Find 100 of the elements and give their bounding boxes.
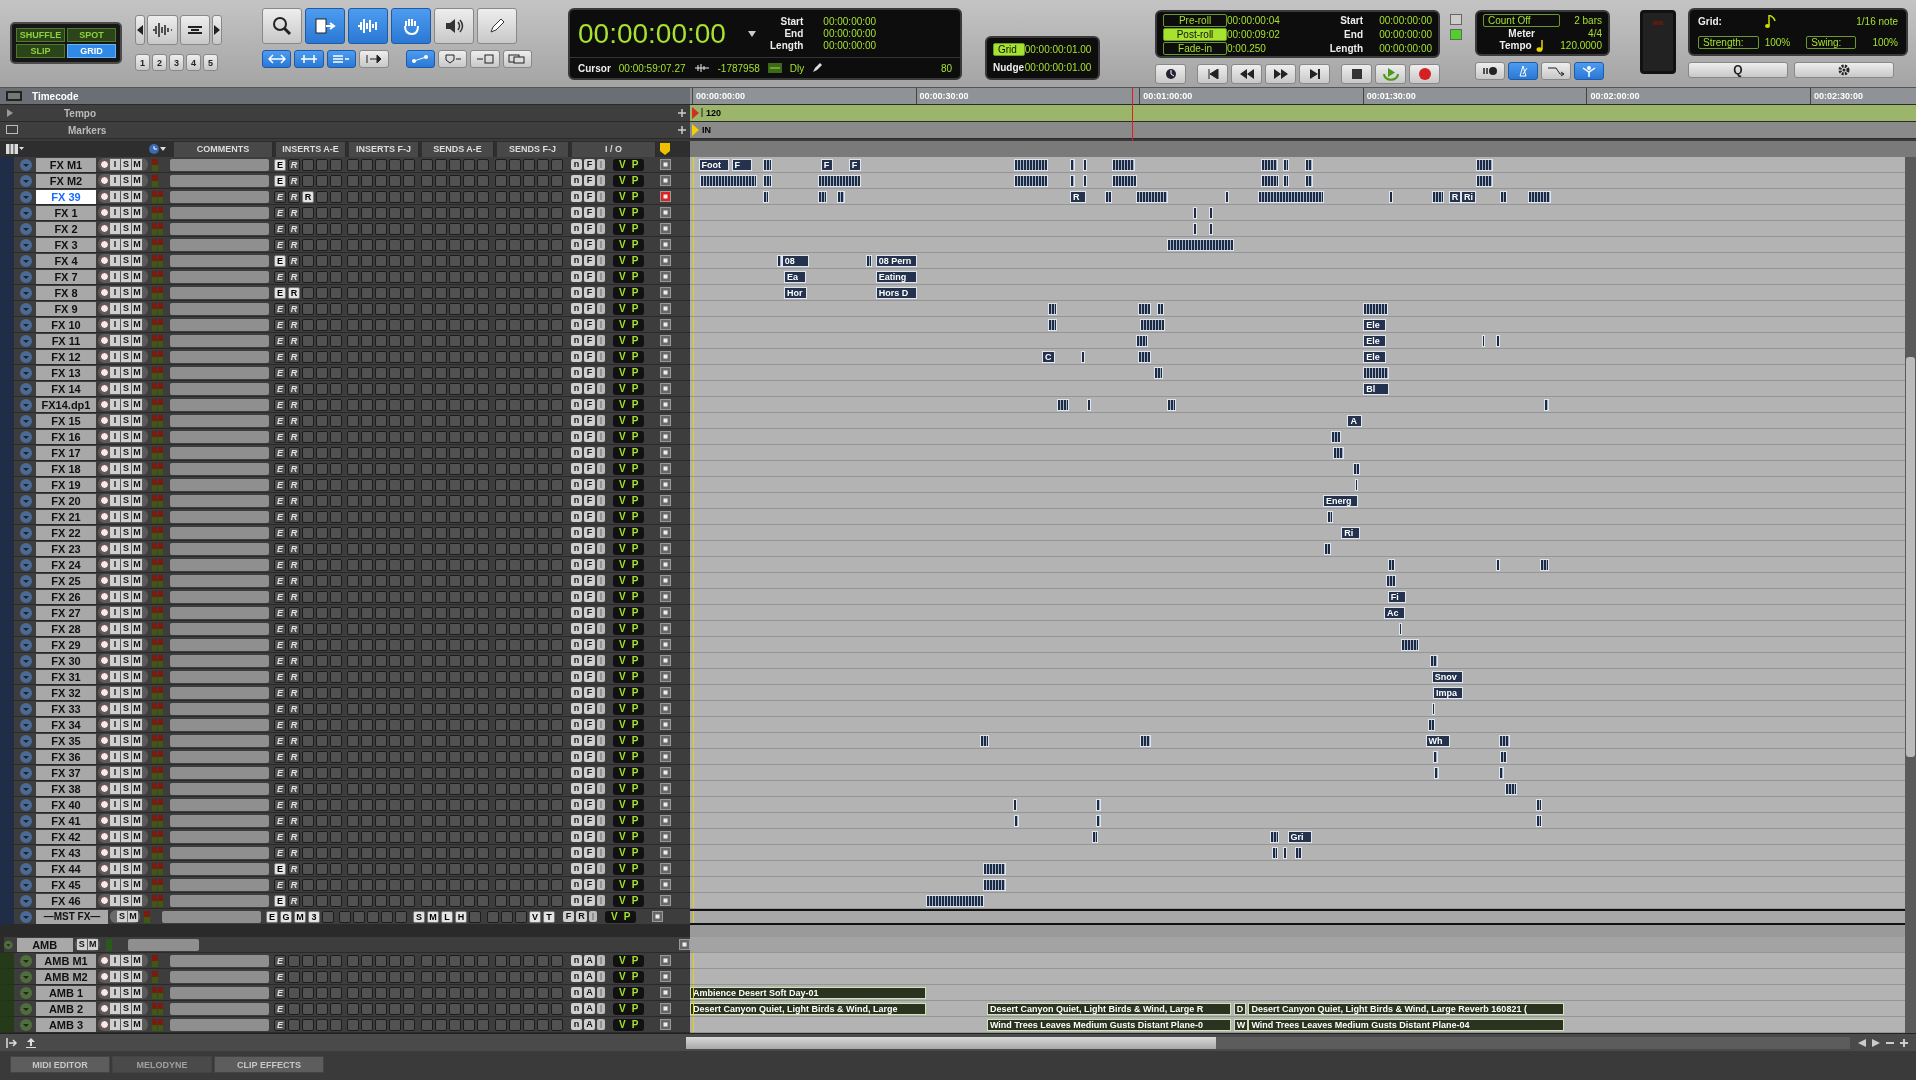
- audio-clip[interactable]: [1363, 367, 1389, 379]
- track-name[interactable]: FX 2: [36, 221, 96, 236]
- comments-field[interactable]: [170, 174, 269, 187]
- track-button[interactable]: M: [132, 239, 142, 250]
- scrollbar-track[interactable]: [686, 1036, 1850, 1049]
- track-button[interactable]: I: [110, 815, 120, 826]
- voice-selector[interactable]: V P: [613, 190, 645, 203]
- audio-clip[interactable]: [1432, 751, 1438, 763]
- io-button[interactable]: n: [571, 271, 582, 282]
- track-name[interactable]: FX 11: [36, 333, 96, 348]
- roll-toggle[interactable]: Fade-in: [1163, 42, 1227, 55]
- track-lane[interactable]: Ele: [690, 333, 1905, 349]
- audio-clip[interactable]: [1013, 815, 1019, 827]
- audio-clip[interactable]: Bl: [1363, 383, 1389, 395]
- io-button[interactable]: n: [571, 207, 582, 218]
- audio-clip[interactable]: [1332, 447, 1344, 459]
- track-button[interactable]: I: [110, 607, 120, 618]
- track-button[interactable]: S: [117, 911, 127, 922]
- track-button[interactable]: M: [132, 175, 142, 186]
- track-button[interactable]: S: [121, 1003, 131, 1014]
- track-button[interactable]: S: [121, 1019, 131, 1030]
- insert-slot[interactable]: R: [288, 574, 300, 587]
- comments-field[interactable]: [170, 238, 269, 251]
- track-button[interactable]: S: [121, 623, 131, 634]
- audio-clip[interactable]: [1070, 159, 1075, 171]
- io-button[interactable]: F: [584, 575, 595, 586]
- track-button[interactable]: M: [132, 847, 142, 858]
- track-button[interactable]: S: [121, 287, 131, 298]
- audio-clip[interactable]: [925, 895, 985, 907]
- tempo-value[interactable]: 120.0000: [1560, 40, 1602, 52]
- track-button[interactable]: I: [110, 639, 120, 650]
- io-button[interactable]: F: [584, 863, 595, 874]
- insert-slot[interactable]: E: [274, 970, 286, 983]
- insert-slot[interactable]: R: [288, 702, 300, 715]
- voice-selector[interactable]: V P: [613, 510, 645, 523]
- track-name[interactable]: FX 16: [36, 429, 96, 444]
- insert-slot[interactable]: R: [288, 558, 300, 571]
- insert-slot[interactable]: E: [266, 910, 278, 923]
- track-button[interactable]: I: [110, 207, 120, 218]
- audio-clip[interactable]: [1428, 719, 1436, 731]
- io-button[interactable]: n: [571, 255, 582, 266]
- comments-field[interactable]: [170, 750, 269, 763]
- audio-clip[interactable]: Desert Canyon Quiet, Light Birds & Wind, Large: [690, 1003, 926, 1015]
- edit-mode-button[interactable]: GRID: [67, 44, 116, 58]
- insert-slot[interactable]: E: [274, 478, 286, 491]
- voice-selector[interactable]: V P: [613, 654, 645, 667]
- audio-clip[interactable]: [1354, 479, 1359, 491]
- voice-selector[interactable]: V P: [613, 814, 645, 827]
- audio-clip[interactable]: [1105, 191, 1112, 203]
- track-button[interactable]: S: [121, 879, 131, 890]
- insert-slot[interactable]: R: [288, 590, 300, 603]
- voice-selector[interactable]: V P: [613, 574, 645, 587]
- io-button[interactable]: n: [571, 287, 582, 298]
- insert-slot[interactable]: E: [274, 750, 286, 763]
- track-button[interactable]: S: [121, 703, 131, 714]
- toolbar-toggle-button[interactable]: [502, 50, 532, 68]
- nudge-value[interactable]: 00:00:00:01.00: [1024, 62, 1092, 73]
- insert-slot[interactable]: E: [274, 446, 286, 459]
- audio-clip[interactable]: [1136, 335, 1149, 347]
- track-name[interactable]: FX 40: [36, 797, 96, 812]
- track-button[interactable]: I: [110, 655, 120, 666]
- audio-clip[interactable]: Ele: [1363, 319, 1387, 331]
- audio-clip[interactable]: Gri: [1287, 831, 1312, 843]
- insert-slot[interactable]: E: [274, 174, 286, 187]
- voice-selector[interactable]: V P: [613, 158, 645, 171]
- track-button[interactable]: M: [132, 319, 142, 330]
- track-button[interactable]: I: [110, 559, 120, 570]
- track-button[interactable]: I: [110, 1019, 120, 1030]
- audio-clip[interactable]: Ri: [1461, 191, 1476, 203]
- voice-selector[interactable]: V P: [613, 606, 645, 619]
- track-button[interactable]: S: [121, 223, 131, 234]
- io-button[interactable]: F: [584, 639, 595, 650]
- column-header[interactable]: INSERTS F-J: [349, 141, 419, 157]
- voice-selector[interactable]: V P: [613, 334, 645, 347]
- io-button[interactable]: n: [571, 639, 582, 650]
- voice-selector[interactable]: V P: [613, 782, 645, 795]
- comments-field[interactable]: [170, 670, 269, 683]
- track-button[interactable]: M: [132, 271, 142, 282]
- zoom-out-button[interactable]: [135, 15, 145, 45]
- track-lane[interactable]: Snov: [690, 669, 1905, 685]
- comments-field[interactable]: [170, 382, 269, 395]
- audio-clip[interactable]: [1304, 159, 1314, 171]
- track-name[interactable]: FX 33: [36, 701, 96, 716]
- audio-clip[interactable]: [1166, 399, 1177, 411]
- track-button[interactable]: S: [121, 735, 131, 746]
- audio-clip[interactable]: Impa: [1432, 687, 1464, 699]
- track-lane[interactable]: A: [690, 413, 1905, 429]
- audio-clip[interactable]: R: [1070, 191, 1086, 203]
- track-button[interactable]: M: [132, 687, 142, 698]
- swing-value[interactable]: 100%: [1862, 37, 1898, 49]
- audio-clip[interactable]: Energ: [1322, 495, 1359, 507]
- track-button[interactable]: I: [110, 735, 120, 746]
- audio-clip[interactable]: D: [1233, 1003, 1247, 1015]
- track-button[interactable]: I: [110, 955, 120, 966]
- insert-slot[interactable]: R: [288, 782, 300, 795]
- track-button[interactable]: M: [132, 639, 142, 650]
- audio-clip[interactable]: [1048, 303, 1057, 315]
- io-button[interactable]: n: [571, 955, 582, 966]
- voice-selector[interactable]: V P: [613, 350, 645, 363]
- insert-slot[interactable]: E: [274, 954, 286, 967]
